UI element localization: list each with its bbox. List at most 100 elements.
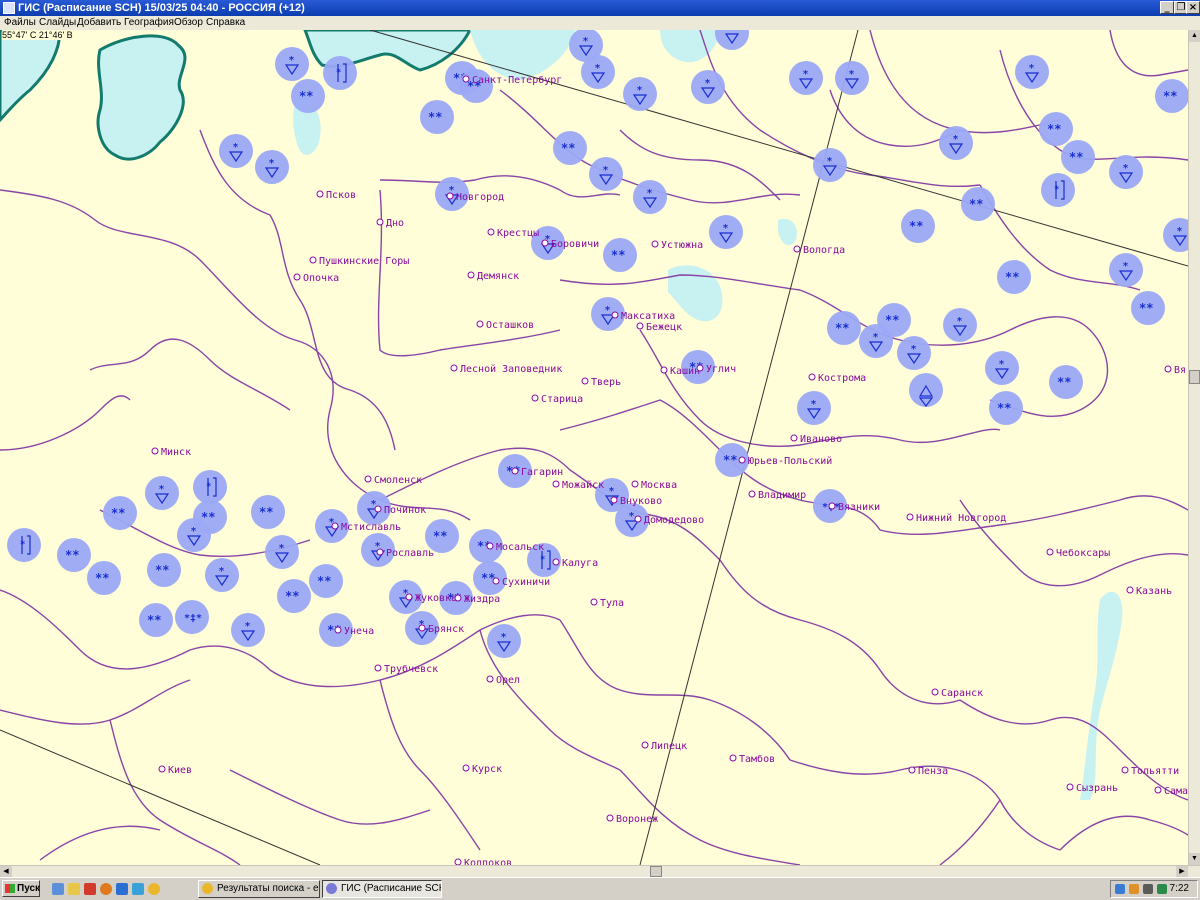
app-quicklaunch-icon[interactable] [84,883,96,895]
menu-geography[interactable]: География [124,16,174,30]
show-desktop-icon[interactable] [52,883,64,895]
weather-station-snow-shower[interactable]: * [205,558,239,592]
title-bar: ГИС (Расписание SCH) 15/03/25 04:40 - РО… [0,0,1200,16]
folder-icon[interactable] [68,883,80,895]
tray-security-icon[interactable] [1157,884,1167,894]
city-marker [641,741,649,749]
weather-station-snow-shower[interactable]: * [709,215,743,249]
weather-station-snow-shower[interactable]: * [943,308,977,342]
weather-station-snow[interactable]: ** [1061,140,1095,174]
scroll-up-arrow[interactable]: ▲ [1189,30,1200,42]
weather-station-snow-shower[interactable]: * [265,535,299,569]
weather-station-snow-shower[interactable]: * [939,126,973,160]
snow-star-symbol: * [637,85,643,96]
network-icon[interactable] [132,883,144,895]
snow-star-symbol: * [849,69,855,80]
weather-station-snow-shower[interactable]: * [1163,218,1188,252]
task-gis[interactable]: ГИС (Расписание SCH... [322,880,442,898]
weather-station-snow-shower[interactable]: * [145,476,179,510]
tray-app-icon[interactable] [1129,884,1139,894]
weather-station-snow[interactable]: ** [309,564,343,598]
weather-station-snow[interactable]: ** [277,579,311,613]
weather-station-snow[interactable]: ** [997,260,1031,294]
weather-station-snow[interactable]: ** [251,495,285,529]
city-label: Вязники [838,502,880,513]
weather-station-snow-shower[interactable]: * [623,77,657,111]
snow-symbol: ** [885,313,899,327]
menu-add[interactable]: Добавить [77,16,121,30]
horizontal-scroll-thumb[interactable] [650,866,662,877]
vertical-scroll-thumb[interactable] [1189,370,1200,384]
weather-station-blowing-snow[interactable]: *‡* [175,600,209,634]
chrome-icon[interactable] [148,883,160,895]
close-button[interactable]: × [1186,1,1200,14]
tray-volume-icon[interactable] [1143,884,1153,894]
weather-station-snow[interactable]: ** [1131,291,1165,325]
weather-station-snow-shower[interactable]: * [797,391,831,425]
weather-station-snow[interactable]: ** [291,79,325,113]
menu-file[interactable]: Файлы [4,16,36,30]
start-button[interactable]: Пуск [2,880,40,897]
weather-station-snow-shower[interactable]: * [1109,253,1143,287]
weather-station-thunder-snow[interactable]: * [323,56,357,90]
weather-station-hail-shower[interactable] [909,373,943,407]
scroll-right-arrow[interactable]: ▶ [1176,866,1188,877]
weather-station-snow[interactable]: ** [827,311,861,345]
weather-station-snow[interactable]: ** [1155,79,1188,113]
scroll-left-arrow[interactable]: ◀ [0,866,12,877]
weather-station-snow[interactable]: ** [901,209,935,243]
city-label: Внуково [620,496,662,507]
weather-station-snow-shower[interactable]: * [275,47,309,81]
minimize-button[interactable]: _ [1160,1,1174,14]
weather-station-snow-shower[interactable]: * [487,624,521,658]
tray-network-icon[interactable] [1115,884,1125,894]
weather-station-snow[interactable]: ** [603,238,637,272]
scroll-down-arrow[interactable]: ▼ [1189,853,1200,865]
weather-station-snow-shower[interactable]: * [255,150,289,184]
weather-station-snow[interactable]: ** [57,538,91,572]
weather-station-snow[interactable]: ** [103,496,137,530]
weather-station-thunder-snow[interactable]: * [7,528,41,562]
clock: 7:22 [1169,883,1189,894]
weather-station-snow[interactable]: ** [961,187,995,221]
weather-station-snow-shower[interactable]: * [589,157,623,191]
map-canvas[interactable]: ***** ********** ******** ******* ** ******* *… [0,30,1188,865]
weather-station-snow-shower[interactable]: * [835,61,869,95]
weather-station-snow-shower[interactable]: * [813,148,847,182]
weather-station-snow-shower[interactable]: * [691,70,725,104]
weather-station-snow-shower[interactable]: * [897,336,931,370]
weather-station-thunder-snow[interactable]: * [193,470,227,504]
weather-station-snow-shower[interactable]: * [985,351,1019,385]
firefox-icon[interactable] [100,883,112,895]
weather-station-snow[interactable]: ** [139,603,173,637]
weather-station-snow[interactable]: ** [989,391,1023,425]
snow-star-symbol: * [501,632,507,643]
horizontal-scrollbar[interactable]: ◀ ▶ [0,865,1200,877]
weather-station-snow-shower[interactable]: * [177,518,211,552]
weather-station-snow-shower[interactable]: * [591,297,625,331]
vertical-scrollbar[interactable]: ▲ ▼ [1188,30,1200,865]
city-marker [696,364,704,372]
weather-station-snow-shower[interactable]: * [789,61,823,95]
weather-station-snow-shower[interactable]: * [1015,55,1049,89]
menu-slides[interactable]: Слайды [39,16,76,30]
weather-station-snow[interactable]: ** [553,131,587,165]
weather-station-snow-shower[interactable]: * [219,134,253,168]
weather-station-thunder-snow[interactable]: * [1041,173,1075,207]
menu-help[interactable]: Справка [206,16,245,30]
weather-station-snow[interactable]: ** [1049,365,1083,399]
weather-station-snow-shower[interactable]: * [633,180,667,214]
weather-station-snow-shower[interactable]: * [231,613,265,647]
weather-station-snow-shower[interactable]: * [715,30,749,50]
weather-station-snow[interactable]: ** [147,553,181,587]
weather-station-snow-shower[interactable]: * [859,324,893,358]
outlook-icon[interactable] [116,883,128,895]
weather-station-snow-shower[interactable]: * [1109,155,1143,189]
weather-station-snow-shower[interactable]: * [581,55,615,89]
weather-station-snow[interactable]: ** [420,100,454,134]
menu-view[interactable]: Обзор [174,16,203,30]
weather-station-snow[interactable]: ** [1039,112,1073,146]
task-search-results[interactable]: Результаты поиска - е... [198,880,320,898]
weather-station-snow[interactable]: ** [87,561,121,595]
map-view[interactable]: 55°47' С 21°46' В * * * * * * * ** ** **… [0,30,1188,865]
